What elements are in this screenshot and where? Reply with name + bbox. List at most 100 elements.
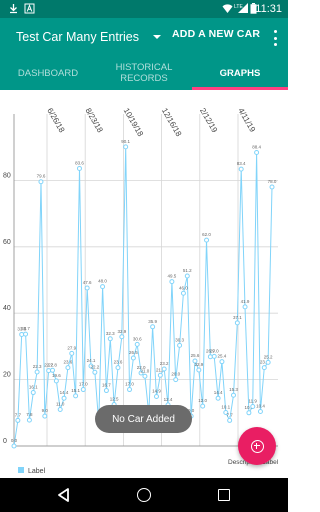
data-value-label: 17.0	[125, 382, 134, 387]
x-tick-label: 4/11/19	[236, 107, 257, 135]
data-point	[50, 367, 56, 373]
data-value-label: 16.1	[29, 385, 38, 390]
tab-graphs[interactable]: GRAPHS	[192, 56, 288, 90]
y-tick-label: 0	[3, 438, 7, 445]
more-vert-icon[interactable]	[272, 30, 278, 46]
wifi-icon	[222, 3, 233, 14]
status-time: 11:31	[255, 3, 282, 15]
data-value-label: 30.6	[133, 336, 142, 341]
data-point	[196, 367, 202, 373]
data-point	[61, 395, 67, 401]
data-value-label: 33.7	[21, 326, 30, 331]
add-new-car-button[interactable]: ADD A NEW CAR	[172, 28, 260, 40]
data-value-label: 22.9	[194, 362, 203, 367]
data-value-label: 25.6	[191, 353, 200, 358]
data-point	[103, 388, 109, 394]
y-tick-label: 60	[3, 239, 11, 246]
data-value-label: 62.0	[202, 232, 211, 237]
data-point	[15, 417, 21, 423]
data-point	[234, 320, 240, 326]
data-value-label: 27.9	[67, 345, 76, 350]
data-value-label: 46.0	[179, 285, 188, 290]
x-tick-label: 10/19/18	[122, 107, 146, 139]
data-value-label: 12.5	[110, 397, 119, 402]
data-point	[107, 336, 113, 342]
dropdown-arrow-icon	[152, 35, 161, 39]
data-value-label: 0.0	[11, 438, 18, 443]
data-point	[219, 359, 225, 365]
data-point	[254, 150, 260, 156]
data-value-label: 10.4	[256, 403, 265, 408]
data-point	[238, 166, 244, 172]
data-point	[130, 355, 136, 361]
data-value-label: 14.4	[214, 390, 223, 395]
app-bar: Test Car Many Entries ADD A NEW CAR	[0, 18, 288, 56]
data-value-label: 48.0	[98, 279, 107, 284]
signal-lte-icon: LTE	[234, 3, 249, 14]
data-value-label: 19.6	[52, 373, 61, 378]
download-icon	[8, 3, 19, 14]
y-tick-label: 40	[3, 305, 11, 312]
data-value-label: 25.2	[264, 354, 273, 359]
app-screen: LTE 11:31 Test Car Many Entries ADD A NE…	[0, 0, 288, 512]
add-circle-icon	[250, 439, 264, 453]
data-point	[169, 279, 175, 285]
x-tick-label: 12/16/18	[160, 107, 184, 139]
data-value-label: 17.0	[79, 382, 88, 387]
data-value-label: 15.3	[229, 387, 238, 392]
data-point	[261, 365, 267, 371]
home-icon[interactable]	[135, 486, 153, 504]
data-value-label: 14.9	[152, 389, 161, 394]
data-point	[23, 331, 29, 337]
tab-dashboard[interactable]: DASHBOARD	[0, 56, 96, 90]
data-value-label: 90.1	[121, 139, 130, 144]
data-value-label: 12.0	[198, 398, 207, 403]
tab-historical-records[interactable]: HISTORICAL RECORDS	[96, 56, 192, 90]
data-value-label: 51.2	[183, 268, 192, 273]
add-fab-button[interactable]	[238, 427, 276, 465]
data-value-label: 79.6	[37, 174, 46, 179]
data-value-label: 7.8	[26, 412, 33, 417]
data-value-label: 78.0	[268, 179, 277, 184]
data-point	[80, 387, 86, 393]
data-value-label: 22.8	[48, 362, 57, 367]
car-selector[interactable]: Test Car Many Entries	[16, 27, 161, 47]
data-point	[84, 285, 90, 291]
data-value-label: 22.2	[90, 364, 99, 369]
data-value-label: 14.4	[60, 390, 69, 395]
data-point	[180, 290, 186, 296]
car-selector-value: Test Car Many Entries	[16, 30, 139, 44]
data-value-label: 23.2	[160, 361, 169, 366]
data-value-label: 16.7	[102, 383, 111, 388]
data-value-label: 10.1	[221, 404, 230, 409]
recents-icon[interactable]	[215, 486, 233, 504]
data-point	[265, 359, 271, 365]
data-point	[76, 165, 82, 171]
data-point	[177, 342, 183, 348]
data-point	[119, 334, 125, 340]
navigation-bar	[0, 478, 288, 512]
legend-label: Label	[28, 468, 46, 475]
data-point	[73, 393, 79, 399]
data-value-label: 22.3	[33, 364, 42, 369]
data-point	[57, 406, 63, 412]
data-value-label: 30.3	[175, 337, 184, 342]
data-point	[200, 403, 206, 409]
data-value-label: 20.0	[171, 372, 180, 377]
y-tick-label: 80	[3, 172, 11, 179]
data-value-label: 32.3	[106, 331, 115, 336]
data-point	[184, 273, 190, 279]
data-value-label: 32.9	[117, 329, 126, 334]
data-value-label: 25.4	[218, 354, 227, 359]
data-value-label: 88.4	[252, 145, 261, 150]
data-point	[215, 395, 221, 401]
x-tick-label: 8/23/18	[83, 107, 104, 135]
legend-swatch	[18, 467, 24, 473]
back-icon[interactable]	[55, 486, 73, 504]
data-point	[42, 413, 48, 419]
data-point	[269, 184, 275, 190]
data-point	[211, 353, 217, 359]
data-point	[65, 365, 71, 371]
series-line	[13, 146, 273, 447]
data-point	[127, 387, 133, 393]
